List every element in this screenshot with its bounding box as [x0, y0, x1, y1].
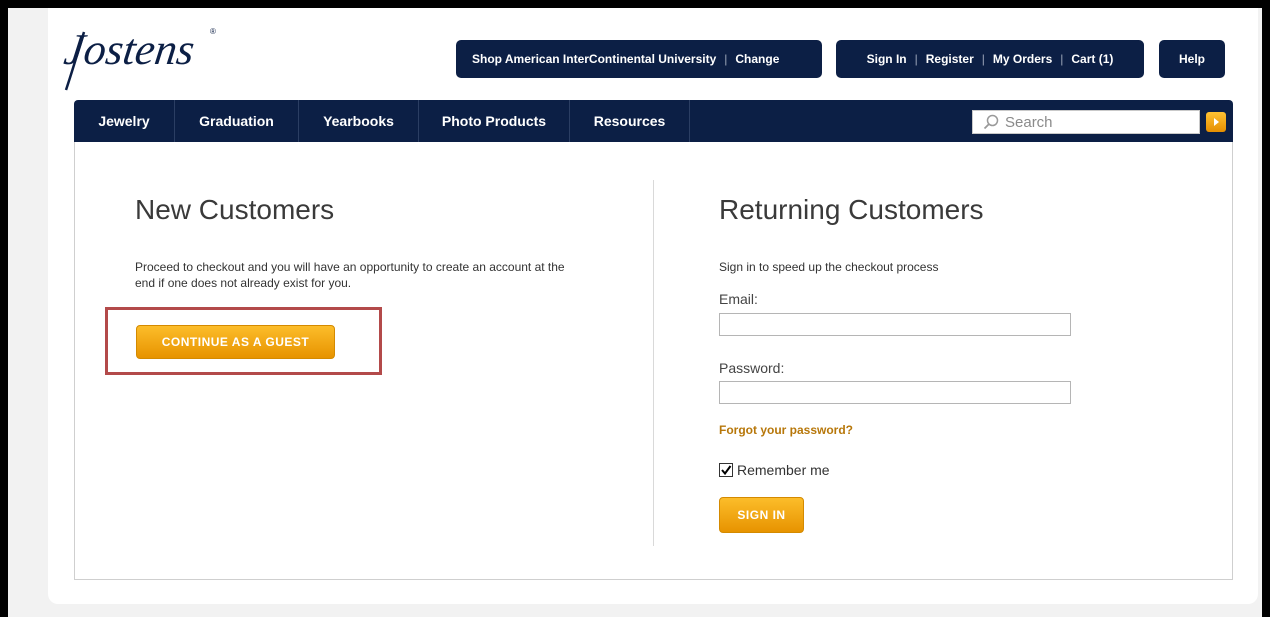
nav-item-jewelry[interactable]: Jewelry	[74, 100, 175, 142]
separator: |	[914, 52, 918, 66]
search-input[interactable]: Search	[972, 110, 1200, 134]
new-customers-description: Proceed to checkout and you will have an…	[135, 260, 565, 290]
nav-item-yearbooks[interactable]: Yearbooks	[299, 100, 419, 142]
column-divider	[653, 180, 654, 546]
forgot-password-link[interactable]: Forgot your password?	[719, 423, 853, 437]
register-link[interactable]: Register	[926, 52, 974, 66]
remember-me-checkbox[interactable]	[719, 463, 733, 477]
svg-text:Jostens: Jostens	[62, 25, 198, 74]
svg-text:®: ®	[210, 27, 216, 36]
shop-school-bar: Shop American InterContinental Universit…	[456, 40, 822, 78]
nav-item-photo-products[interactable]: Photo Products	[419, 100, 570, 142]
password-label: Password:	[719, 360, 785, 376]
change-school-link[interactable]: Change	[735, 52, 779, 66]
remember-me-row: Remember me	[719, 462, 830, 478]
remember-me-label: Remember me	[737, 462, 830, 478]
help-button[interactable]: Help	[1159, 40, 1225, 78]
my-orders-link[interactable]: My Orders	[993, 52, 1052, 66]
search-icon	[983, 114, 999, 130]
cart-link[interactable]: Cart (1)	[1071, 52, 1113, 66]
sign-in-link[interactable]: Sign In	[867, 52, 907, 66]
nav-item-resources[interactable]: Resources	[570, 100, 690, 142]
separator: |	[1060, 52, 1064, 66]
new-customers-title: New Customers	[135, 194, 335, 225]
separator: |	[724, 52, 728, 66]
nav-item-graduation[interactable]: Graduation	[175, 100, 299, 142]
search-submit-button[interactable]	[1206, 112, 1226, 132]
annotation-highlight-box	[105, 307, 382, 375]
returning-customers-title: Returning Customers	[719, 194, 984, 225]
help-label: Help	[1178, 52, 1205, 66]
password-field[interactable]	[719, 381, 1071, 404]
play-arrow-icon	[1214, 118, 1219, 126]
separator: |	[981, 52, 985, 66]
search-bar: Search	[972, 110, 1228, 134]
returning-customers-subtitle: Sign in to speed up the checkout process	[719, 260, 939, 274]
sign-in-button[interactable]: SIGN IN	[719, 497, 804, 533]
jostens-logo[interactable]: Jostens ®	[62, 12, 222, 92]
shop-school-label[interactable]: Shop American InterContinental Universit…	[472, 52, 716, 66]
email-label: Email:	[719, 291, 758, 307]
checkmark-icon	[721, 465, 732, 476]
email-field[interactable]	[719, 313, 1071, 336]
search-placeholder: Search	[1005, 113, 1053, 131]
account-bar: Sign In | Register | My Orders | Cart (1…	[836, 40, 1144, 78]
